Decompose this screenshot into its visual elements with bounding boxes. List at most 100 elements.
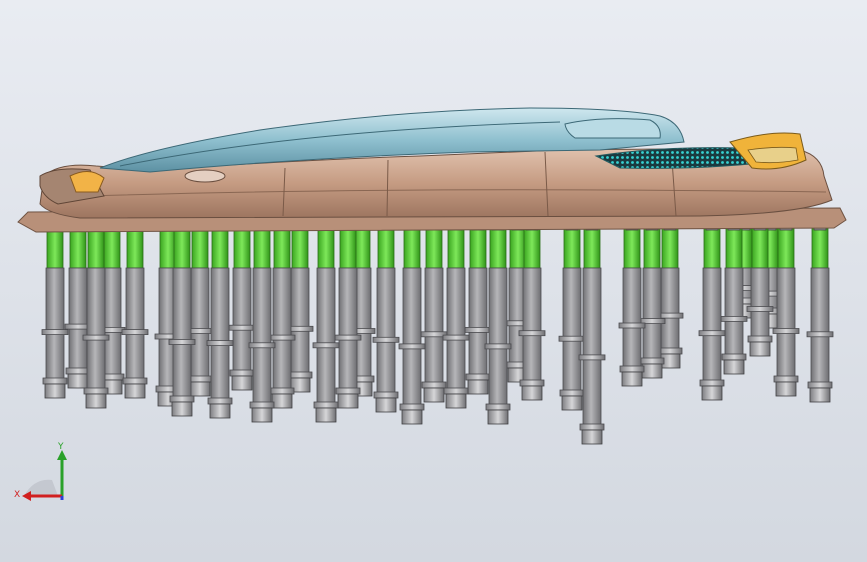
support-pin[interactable] — [228, 221, 256, 391]
pin-washer — [747, 335, 773, 343]
pin-washer — [313, 401, 339, 409]
pin-washer — [442, 334, 470, 341]
support-pin[interactable] — [442, 221, 470, 409]
pin-nut — [701, 385, 723, 401]
pin-collar — [233, 227, 251, 269]
support-pin[interactable] — [578, 221, 606, 445]
pin-washer — [248, 342, 276, 349]
pin-collar — [661, 227, 679, 269]
support-pin[interactable] — [558, 221, 586, 411]
pin-shaft — [562, 267, 582, 393]
support-pin[interactable] — [464, 221, 492, 395]
pin-washer — [399, 403, 425, 411]
cad-viewport[interactable]: Y X — [0, 0, 867, 562]
pin-nut — [423, 387, 445, 403]
pin-washer — [639, 357, 665, 365]
pin-collar — [469, 227, 487, 269]
pin-nut — [581, 429, 603, 445]
pin-nut — [189, 381, 211, 397]
support-pin[interactable] — [618, 221, 646, 387]
support-pin[interactable] — [121, 221, 149, 399]
pin-nut — [44, 383, 66, 399]
pin-nut — [467, 379, 489, 395]
pin-nut — [124, 383, 146, 399]
pin-washer — [228, 324, 256, 331]
pin-shaft — [810, 267, 830, 385]
support-pin[interactable] — [698, 221, 726, 401]
pin-shaft — [582, 267, 602, 427]
pin-shaft — [210, 267, 230, 401]
pin-washer — [806, 331, 834, 338]
pin-shaft — [102, 267, 122, 377]
pin-nut — [271, 393, 293, 409]
pin-nut — [231, 375, 253, 391]
pin-washer — [772, 328, 800, 334]
pin-shaft — [446, 267, 466, 391]
pin-collar — [69, 227, 87, 269]
pin-shaft — [290, 267, 310, 375]
support-pin[interactable] — [638, 221, 666, 379]
pin-shaft — [424, 267, 444, 385]
pin-collar — [253, 227, 271, 269]
pin-washer — [618, 322, 646, 329]
pin-shaft — [402, 267, 422, 407]
pin-nut — [375, 397, 397, 413]
model-scene[interactable] — [0, 0, 867, 562]
pin-washer — [121, 329, 149, 336]
rear-lamp-lens — [747, 146, 799, 164]
pin-collar — [126, 227, 144, 269]
x-axis-label: X — [14, 490, 21, 500]
pin-washer — [269, 387, 295, 395]
pin-collar — [523, 227, 541, 269]
pin-collar — [509, 227, 527, 269]
pin-washer — [207, 397, 233, 405]
pin-collar — [725, 227, 743, 269]
pin-washer — [268, 334, 296, 341]
support-pin[interactable] — [420, 221, 448, 403]
support-pin[interactable] — [806, 221, 834, 403]
triad-graphic — [22, 450, 67, 501]
pin-shaft — [86, 267, 106, 391]
pin-washer — [206, 340, 234, 347]
pin-washer — [41, 329, 69, 336]
support-pin[interactable] — [268, 221, 296, 409]
pin-washer — [699, 379, 725, 387]
pin-shaft — [232, 267, 252, 373]
pin-shaft — [338, 267, 358, 391]
pin-nut — [521, 385, 543, 401]
pin-nut — [85, 393, 107, 409]
y-axis-label: Y — [58, 442, 64, 452]
pin-shaft — [622, 267, 642, 369]
pin-shaft — [68, 267, 88, 371]
support-pin[interactable] — [312, 221, 340, 423]
pin-washer — [421, 381, 447, 389]
pin-shaft — [660, 267, 680, 351]
pin-washer — [720, 315, 748, 322]
pin-shaft — [522, 267, 542, 383]
pin-washer — [519, 379, 545, 387]
support-pin[interactable] — [248, 221, 276, 423]
pin-shaft — [376, 267, 396, 395]
pin-washer — [657, 347, 683, 355]
pin-washer — [619, 365, 645, 373]
pin-collar — [425, 227, 443, 269]
pin-washer — [807, 381, 833, 389]
pin-collar — [273, 227, 291, 269]
pin-collar — [173, 227, 191, 269]
pin-nut — [337, 393, 359, 409]
support-pin[interactable] — [398, 221, 426, 425]
support-pin[interactable] — [372, 221, 400, 413]
pin-shaft — [702, 267, 722, 383]
support-pin[interactable] — [41, 221, 69, 399]
pin-washer — [334, 334, 362, 341]
pin-shaft — [488, 267, 508, 407]
coordinate-triad: Y X — [12, 438, 82, 508]
pin-nut — [315, 407, 337, 423]
pin-washer — [398, 343, 426, 350]
pin-shaft — [172, 267, 192, 399]
pin-washer — [559, 389, 585, 397]
support-pin-array[interactable] — [41, 221, 834, 445]
support-pin[interactable] — [484, 221, 512, 425]
support-pin[interactable] — [206, 221, 234, 419]
pin-washer — [465, 373, 491, 381]
